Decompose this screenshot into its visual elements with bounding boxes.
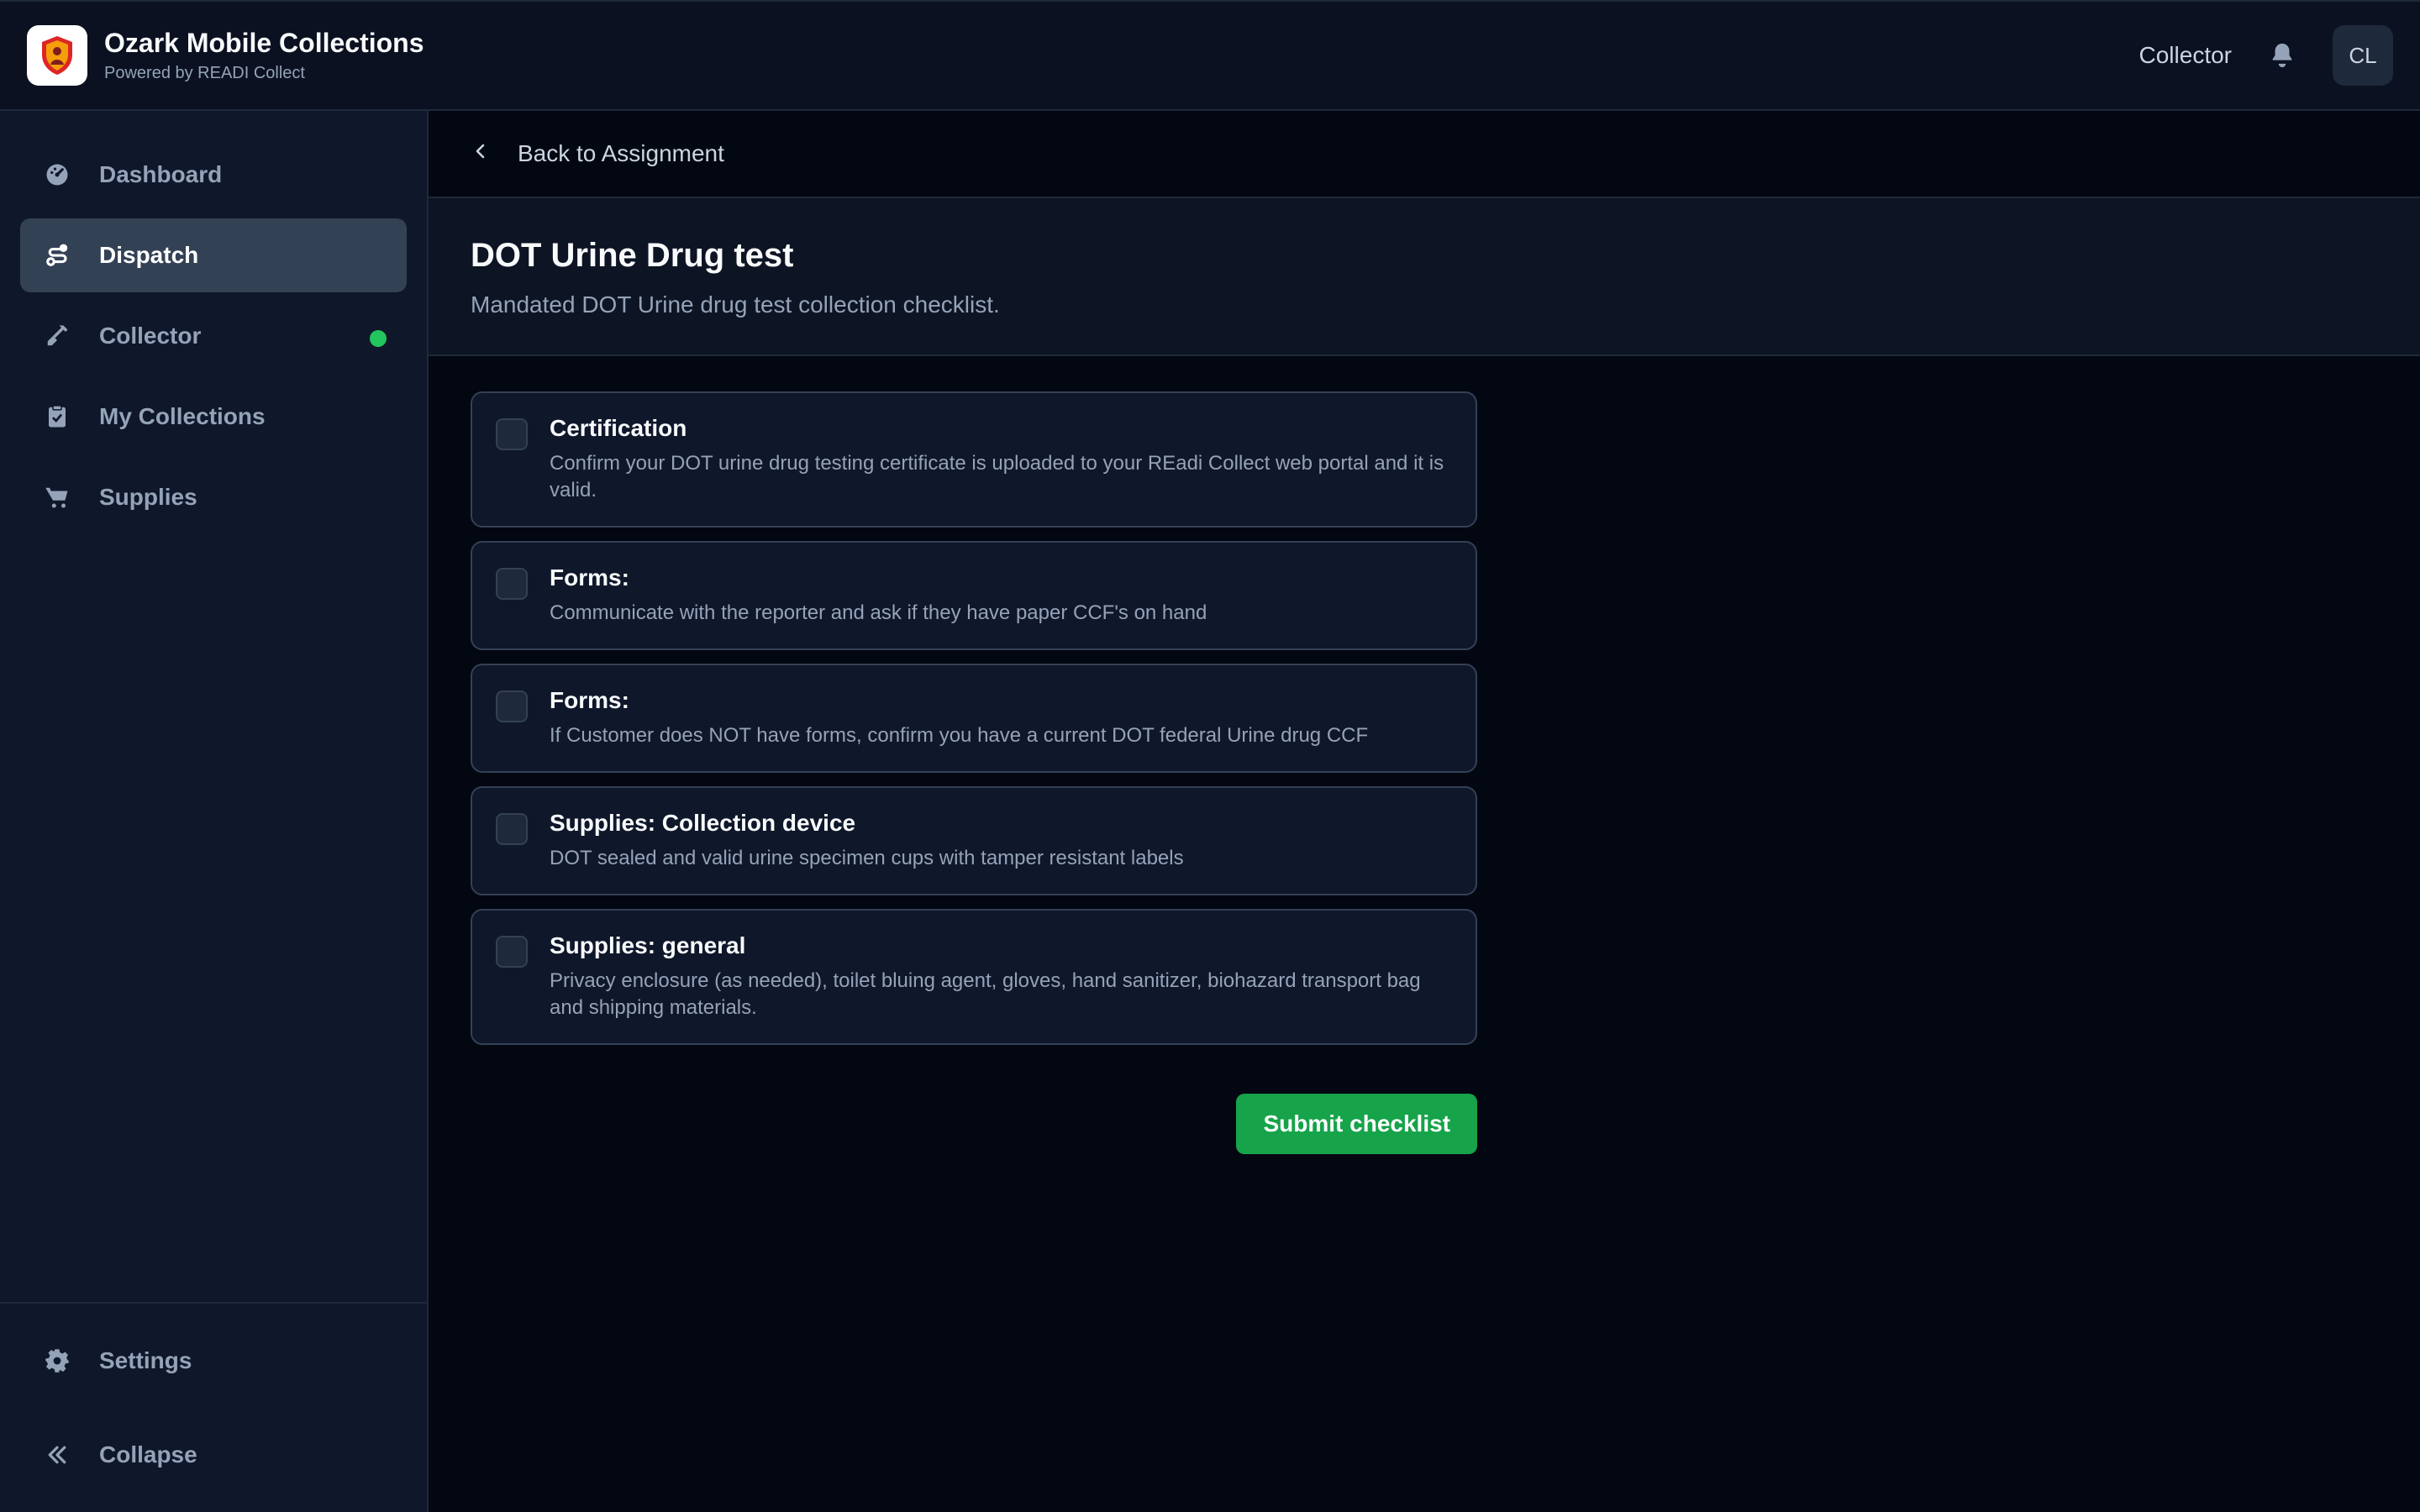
role-label: Collector — [2139, 42, 2232, 68]
main-content: Back to Assignment DOT Urine Drug test M… — [429, 111, 2420, 1512]
sidebar-item-dispatch[interactable]: Dispatch — [20, 218, 407, 292]
page-description: Mandated DOT Urine drug test collection … — [471, 291, 1000, 318]
checklist-checkbox[interactable] — [496, 568, 528, 600]
sidebar-item-label: Supplies — [99, 484, 197, 510]
sidebar-item-label: Collapse — [99, 1441, 197, 1467]
checklist: Certification Confirm your DOT urine dru… — [429, 356, 1519, 1080]
route-icon — [44, 242, 71, 269]
checklist-item-description: Confirm your DOT urine drug testing cert… — [550, 452, 1444, 501]
back-link-label: Back to Assignment — [518, 140, 724, 166]
sidebar-item-collapse[interactable]: Collapse — [20, 1418, 407, 1492]
clipboard-check-icon — [44, 403, 71, 430]
checklist-item-forms-paper[interactable]: Forms: Communicate with the reporter and… — [471, 541, 1477, 650]
checklist-checkbox[interactable] — [496, 936, 528, 968]
app-logo — [27, 25, 87, 86]
app-title: Ozark Mobile Collections — [104, 28, 424, 58]
checklist-item-title: Supplies: Collection device — [550, 810, 856, 836]
sidebar-item-label: Dispatch — [99, 242, 199, 268]
sidebar-item-settings[interactable]: Settings — [20, 1324, 407, 1398]
checklist-item-title: Supplies: general — [550, 932, 746, 958]
app-subtitle: Powered by READI Collect — [104, 64, 305, 82]
submit-checklist-button[interactable]: Submit checklist — [1236, 1094, 1477, 1154]
checklist-item-certification[interactable]: Certification Confirm your DOT urine dru… — [471, 391, 1477, 528]
sidebar-item-my-collections[interactable]: My Collections — [20, 380, 407, 454]
checklist-item-title: Certification — [550, 415, 687, 441]
checklist-item-forms-ccf[interactable]: Forms: If Customer does NOT have forms, … — [471, 664, 1477, 773]
syringe-icon — [44, 323, 71, 349]
top-header: Ozark Mobile Collections Powered by READ… — [0, 0, 2420, 111]
bell-icon[interactable] — [2265, 39, 2299, 72]
checklist-item-description: Communicate with the reporter and ask if… — [550, 601, 1207, 624]
checklist-item-description: Privacy enclosure (as needed), toilet bl… — [550, 969, 1421, 1019]
checklist-item-supplies-general[interactable]: Supplies: general Privacy enclosure (as … — [471, 909, 1477, 1045]
page-title: DOT Urine Drug test — [471, 237, 794, 274]
shield-logo-icon — [42, 36, 72, 75]
sidebar-footer: Settings Collapse — [0, 1302, 427, 1512]
checklist-item-title: Forms: — [550, 564, 629, 591]
user-avatar[interactable]: CL — [2333, 25, 2393, 86]
online-status-dot — [370, 330, 387, 347]
checklist-item-description: If Customer does NOT have forms, confirm… — [550, 724, 1369, 747]
double-chevron-left-icon — [44, 1441, 71, 1468]
checklist-checkbox[interactable] — [496, 690, 528, 722]
sidebar-nav: Dashboard Dispatch Collector My Collecti… — [0, 111, 427, 561]
checklist-item-title: Forms: — [550, 687, 629, 713]
checklist-item-collection-device[interactable]: Supplies: Collection device DOT sealed a… — [471, 786, 1477, 895]
app-root: Ozark Mobile Collections Powered by READ… — [0, 0, 2420, 1512]
cart-icon — [44, 484, 71, 511]
sidebar-item-label: Settings — [99, 1347, 192, 1373]
checklist-checkbox[interactable] — [496, 418, 528, 450]
sidebar-item-dashboard[interactable]: Dashboard — [20, 138, 407, 212]
back-link[interactable]: Back to Assignment — [429, 111, 2420, 198]
sidebar: Dashboard Dispatch Collector My Collecti… — [0, 111, 429, 1512]
sidebar-item-label: Collector — [99, 323, 202, 349]
checklist-checkbox[interactable] — [496, 813, 528, 845]
checklist-actions: Submit checklist — [429, 1094, 1519, 1154]
brand[interactable]: Ozark Mobile Collections Powered by READ… — [27, 25, 424, 86]
sidebar-item-label: Dashboard — [99, 161, 223, 187]
sidebar-item-collector[interactable]: Collector — [20, 299, 407, 373]
page-header: DOT Urine Drug test Mandated DOT Urine d… — [429, 198, 2420, 356]
gear-icon — [44, 1347, 71, 1374]
checklist-item-description: DOT sealed and valid urine specimen cups… — [550, 847, 1184, 869]
sidebar-item-label: My Collections — [99, 403, 266, 429]
chevron-left-icon — [471, 139, 491, 169]
sidebar-item-supplies[interactable]: Supplies — [20, 460, 407, 534]
gauge-icon — [44, 161, 71, 188]
